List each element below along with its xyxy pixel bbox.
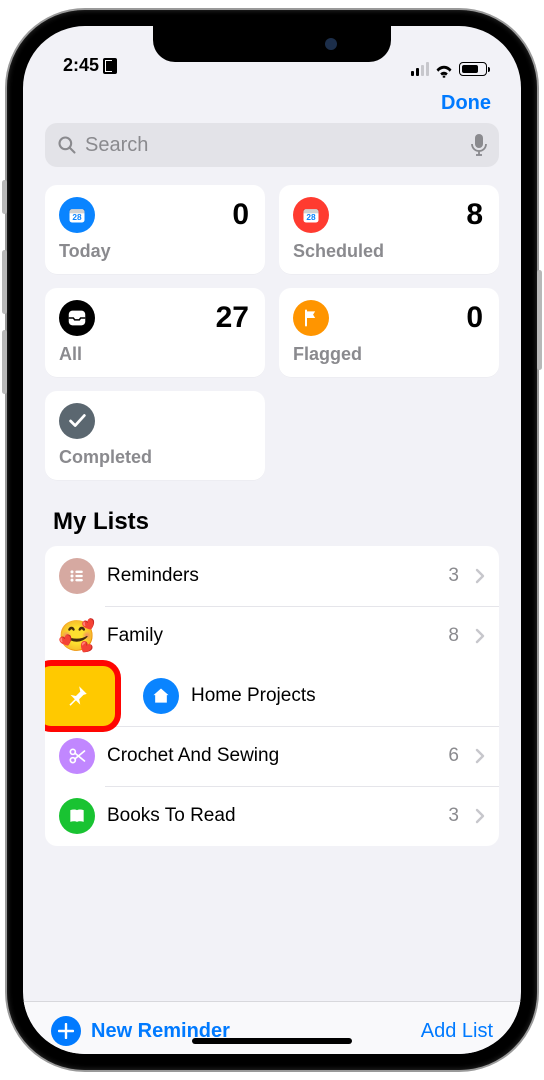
smart-card-count: 27 <box>216 301 249 335</box>
cellular-icon <box>411 62 429 76</box>
list-row[interactable]: Home Projects <box>45 666 499 726</box>
svg-text:28: 28 <box>72 212 82 222</box>
smart-card-label: Scheduled <box>293 241 483 262</box>
list-row[interactable]: Reminders 3 <box>45 546 499 606</box>
book-icon <box>59 798 95 834</box>
flag-icon <box>293 300 329 336</box>
list-name: Reminders <box>107 565 436 587</box>
smart-card-all[interactable]: 27 All <box>45 288 265 377</box>
list-count: 3 <box>448 805 459 827</box>
my-lists-header: My Lists <box>23 480 521 546</box>
toolbar: New Reminder Add List <box>23 1001 521 1054</box>
smart-card-today[interactable]: 28 0 Today <box>45 185 265 274</box>
screen: 2:45 Done Search 28 0 Today 28 8 Scheduled 27 A… <box>23 26 521 1054</box>
chevron-right-icon <box>475 568 485 584</box>
search-input[interactable]: Search <box>45 123 499 167</box>
smart-card-scheduled[interactable]: 28 8 Scheduled <box>279 185 499 274</box>
svg-text:28: 28 <box>306 212 316 222</box>
smart-card-count: 0 <box>232 198 249 232</box>
smart-card-label: Flagged <box>293 344 483 365</box>
search-icon <box>57 135 77 155</box>
house-icon <box>143 678 179 714</box>
done-button[interactable]: Done <box>441 92 491 115</box>
nav-bar: Done <box>23 78 521 123</box>
search-placeholder: Search <box>85 134 148 157</box>
check-icon <box>59 403 95 439</box>
notch <box>153 26 391 62</box>
list-name: Family <box>107 625 436 647</box>
chevron-right-icon <box>475 628 485 644</box>
home-indicator[interactable] <box>192 1038 352 1044</box>
list-row[interactable]: Books To Read 3 <box>45 786 499 846</box>
mic-icon[interactable] <box>471 134 487 156</box>
smart-card-label: Completed <box>59 447 249 468</box>
calendar-icon: 28 <box>59 197 95 233</box>
list-name: Crochet And Sewing <box>107 745 436 767</box>
list-name: Books To Read <box>107 805 436 827</box>
smart-card-count: 0 <box>466 301 483 335</box>
chevron-right-icon <box>475 808 485 824</box>
smart-card-count: 8 <box>466 198 483 232</box>
my-lists-group: Reminders 3 🥰 Family 8 Home Projects Crochet A… <box>45 546 499 846</box>
list-count: 6 <box>448 745 459 767</box>
battery-icon <box>459 62 487 76</box>
list-name: Home Projects <box>191 685 485 707</box>
list-row[interactable]: Crochet And Sewing 6 <box>45 726 499 786</box>
smart-card-completed[interactable]: 0Completed <box>45 391 265 480</box>
chevron-right-icon <box>475 748 485 764</box>
smart-card-label: Today <box>59 241 249 262</box>
add-list-button[interactable]: Add List <box>421 1020 493 1043</box>
scissors-icon <box>59 738 95 774</box>
inbox-icon <box>59 300 95 336</box>
smart-lists-grid: 28 0 Today 28 8 Scheduled 27 All 0 Flagged 0Comple… <box>23 185 521 480</box>
calendar-icon: 28 <box>293 197 329 233</box>
list-row[interactable]: 🥰 Family 8 <box>45 606 499 666</box>
list-count: 3 <box>448 565 459 587</box>
smart-card-flagged[interactable]: 0 Flagged <box>279 288 499 377</box>
plus-circle-icon <box>51 1016 81 1046</box>
emoji-icon: 🥰 <box>59 618 95 654</box>
list-count: 8 <box>448 625 459 647</box>
list-icon <box>59 558 95 594</box>
wifi-icon <box>435 62 453 76</box>
pin-swipe-action[interactable] <box>45 666 115 726</box>
smart-card-label: All <box>59 344 249 365</box>
status-time: 2:45 <box>63 55 99 76</box>
sim-icon <box>103 58 117 74</box>
